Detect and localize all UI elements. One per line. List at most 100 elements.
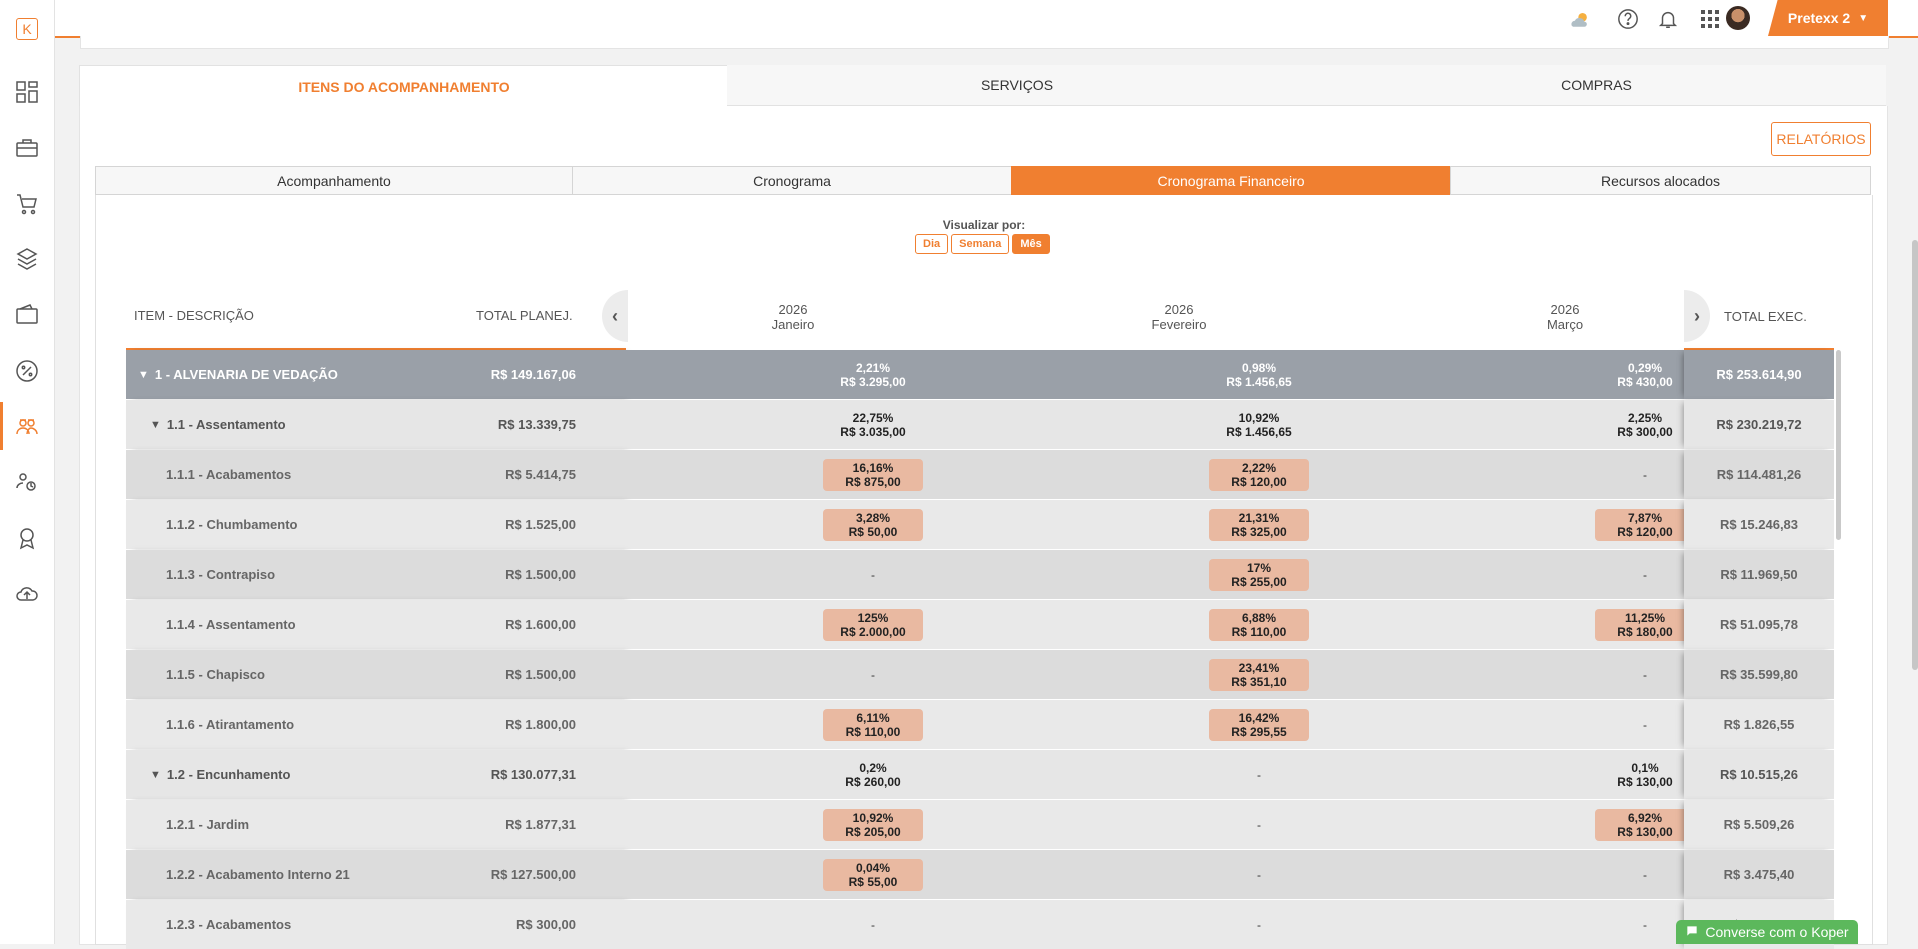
row-description: 1.1.5 - Chapisco bbox=[166, 650, 265, 699]
value-pill[interactable]: 6,11% R$ 110,00 bbox=[823, 708, 923, 741]
month-cell: - bbox=[1179, 900, 1339, 949]
row-month-cells: 6,11% R$ 110,00 16,42% R$ 295,55 - bbox=[626, 700, 1684, 749]
weather-icon[interactable] bbox=[1568, 7, 1592, 31]
people-settings-icon[interactable] bbox=[14, 469, 40, 495]
value-pill[interactable]: 3,28% R$ 50,00 bbox=[823, 508, 923, 541]
row-total-planned: R$ 130.077,31 bbox=[490, 767, 576, 782]
month-cell: - bbox=[1179, 800, 1339, 849]
subtab-acompanhamento[interactable]: Acompanhamento bbox=[95, 166, 573, 195]
row-total-executed: R$ 35.599,80 bbox=[1719, 667, 1799, 682]
table-row: ▼ 1 - ALVENARIA DE VEDAÇÃO R$ 149.167,06 2,… bbox=[126, 350, 1834, 399]
workers-icon[interactable] bbox=[14, 413, 40, 439]
value-pill[interactable]: 21,31% R$ 325,00 bbox=[1209, 508, 1309, 541]
tab-compras[interactable]: COMPRAS bbox=[1307, 65, 1886, 106]
month-year: 2026 bbox=[778, 302, 808, 317]
user-menu-button[interactable]: Pretexx 2 ▼ bbox=[1768, 0, 1888, 36]
chat-button[interactable]: Converse com o Koper bbox=[1676, 920, 1858, 944]
percent-icon[interactable] bbox=[14, 358, 40, 384]
apps-grid-icon[interactable] bbox=[1698, 7, 1722, 31]
help-icon[interactable] bbox=[1616, 7, 1640, 31]
subtab-cronograma[interactable]: Cronograma bbox=[572, 166, 1012, 195]
row-left-columns: 1.1.3 - Contrapiso R$ 1.500,00 bbox=[126, 550, 626, 599]
chevron-down-icon[interactable]: ▼ bbox=[150, 419, 161, 431]
briefcase-icon[interactable] bbox=[14, 135, 40, 161]
row-left-columns: 1.2.3 - Acabamentos R$ 300,00 bbox=[126, 900, 626, 949]
row-month-cells: 22,75% R$ 3.035,00 10,92% R$ 1.456,65 2,25% R… bbox=[626, 400, 1684, 449]
value-pill[interactable]: 125% R$ 2.000,00 bbox=[823, 608, 923, 641]
cell-percent: 21,31% bbox=[1238, 510, 1280, 525]
reports-button[interactable]: RELATÓRIOS bbox=[1771, 122, 1871, 156]
value-pill[interactable]: 7,87% R$ 120,00 bbox=[1595, 508, 1695, 541]
value-pill[interactable]: 0,04% R$ 55,00 bbox=[823, 858, 923, 891]
card-top-strip bbox=[80, 36, 1889, 49]
cell-percent: 10,92% bbox=[852, 810, 894, 825]
view-week-button[interactable]: Semana bbox=[951, 234, 1010, 254]
row-month-cells: 0,2% R$ 260,00 - 0,1% R$ 130,00 bbox=[626, 750, 1684, 799]
row-description: 1.1.6 - Atirantamento bbox=[166, 700, 294, 749]
month-cell: 23,41% R$ 351,10 bbox=[1179, 650, 1339, 699]
month-cell: 16,42% R$ 295,55 bbox=[1179, 700, 1339, 749]
boxes-icon[interactable] bbox=[14, 246, 40, 272]
table-row: 1.2.1 - Jardim R$ 1.877,31 10,92% R$ 205,00… bbox=[126, 800, 1834, 849]
bell-icon[interactable] bbox=[1656, 7, 1680, 31]
cell-percent: 0,1% bbox=[1631, 760, 1659, 775]
month-cell: - bbox=[793, 900, 953, 949]
row-total-executed: R$ 10.515,26 bbox=[1719, 767, 1799, 782]
row-description[interactable]: ▼ 1.2 - Encunhamento bbox=[150, 750, 290, 799]
row-description-text: 1.1.6 - Atirantamento bbox=[166, 717, 295, 732]
view-day-button[interactable]: Dia bbox=[915, 234, 949, 254]
page-scrollbar[interactable] bbox=[1912, 240, 1918, 670]
month-name: Março bbox=[1546, 317, 1584, 332]
value-pill[interactable]: 6,92% R$ 130,00 bbox=[1595, 808, 1695, 841]
dashboard-icon[interactable] bbox=[14, 79, 40, 105]
month-header: 2026 Fevereiro bbox=[1099, 302, 1259, 332]
avatar[interactable] bbox=[1726, 6, 1750, 30]
table-row: 1.1.2 - Chumbamento R$ 1.525,00 3,28% R$ 50… bbox=[126, 500, 1834, 549]
row-description-text: 1.2 - Encunhamento bbox=[166, 767, 291, 782]
view-month-button[interactable]: Mês bbox=[1012, 234, 1050, 254]
row-description[interactable]: ▼ 1.1 - Assentamento bbox=[150, 400, 286, 449]
table-scrollbar[interactable] bbox=[1836, 350, 1841, 540]
cloud-upload-icon[interactable] bbox=[14, 581, 40, 607]
value-pill[interactable]: 10,92% R$ 205,00 bbox=[823, 808, 923, 841]
row-description: 1.2.3 - Acabamentos bbox=[166, 900, 291, 949]
value-pill[interactable]: 23,41% R$ 351,10 bbox=[1209, 658, 1309, 691]
month-cell: 0,04% R$ 55,00 bbox=[793, 850, 953, 899]
month-cell: 10,92% R$ 205,00 bbox=[793, 800, 953, 849]
table-row: ▼ 1.2 - Encunhamento R$ 130.077,31 0,2% R$ 2… bbox=[126, 750, 1834, 799]
row-total-executed-cell: R$ 15.246,83 bbox=[1684, 500, 1834, 549]
tab-itens-acompanhamento[interactable]: ITENS DO ACOMPANHAMENTO bbox=[79, 65, 729, 108]
row-description[interactable]: ▼ 1 - ALVENARIA DE VEDAÇÃO bbox=[138, 350, 338, 399]
chevron-down-icon[interactable]: ▼ bbox=[138, 369, 149, 381]
subtab-recursos-alocados[interactable]: Recursos alocados bbox=[1450, 166, 1871, 195]
cell-percent: 16,16% bbox=[852, 460, 894, 475]
row-month-cells: 0,04% R$ 55,00 - - bbox=[626, 850, 1684, 899]
top-bar: Pretexx 2 ▼ bbox=[55, 0, 1918, 38]
value-block: 2,21% R$ 3.295,00 bbox=[840, 361, 905, 389]
chevron-down-icon[interactable]: ▼ bbox=[150, 769, 161, 781]
value-pill[interactable]: 16,42% R$ 295,55 bbox=[1209, 708, 1309, 741]
cell-percent: 6,92% bbox=[1627, 810, 1663, 825]
row-month-cells: 10,92% R$ 205,00 - 6,92% R$ 130,00 bbox=[626, 800, 1695, 849]
award-icon[interactable] bbox=[14, 525, 40, 551]
cart-icon[interactable] bbox=[14, 191, 40, 217]
cell-percent: 10,92% bbox=[1238, 410, 1280, 425]
row-total-executed-cell: R$ 51.095,78 bbox=[1684, 600, 1834, 649]
value-pill[interactable]: 11,25% R$ 180,00 bbox=[1595, 608, 1695, 641]
row-total-executed-cell: R$ 3.475,40 bbox=[1684, 850, 1834, 899]
value-pill[interactable]: 2,22% R$ 120,00 bbox=[1209, 458, 1309, 491]
cell-value: R$ 1.456,65 bbox=[1226, 374, 1292, 389]
value-block: 2,25% R$ 300,00 bbox=[1617, 411, 1672, 439]
empty-value: - bbox=[1257, 867, 1261, 882]
value-pill[interactable]: 16,16% R$ 875,00 bbox=[823, 458, 923, 491]
tab-servicos[interactable]: SERVIÇOS bbox=[727, 65, 1307, 106]
app-logo[interactable]: K bbox=[16, 18, 38, 40]
subtab-cronograma-financeiro[interactable]: Cronograma Financeiro bbox=[1011, 166, 1451, 195]
table-row: 1.1.4 - Assentamento R$ 1.600,00 125% R$ 2.… bbox=[126, 600, 1834, 649]
value-pill[interactable]: 17% R$ 255,00 bbox=[1209, 558, 1309, 591]
row-description: 1.1.4 - Assentamento bbox=[166, 600, 296, 649]
row-total-executed-cell: R$ 35.599,80 bbox=[1684, 650, 1834, 699]
value-pill[interactable]: 6,88% R$ 110,00 bbox=[1209, 608, 1309, 641]
wallet-icon[interactable] bbox=[14, 302, 40, 328]
row-description-text: 1.1.3 - Contrapiso bbox=[166, 567, 276, 582]
